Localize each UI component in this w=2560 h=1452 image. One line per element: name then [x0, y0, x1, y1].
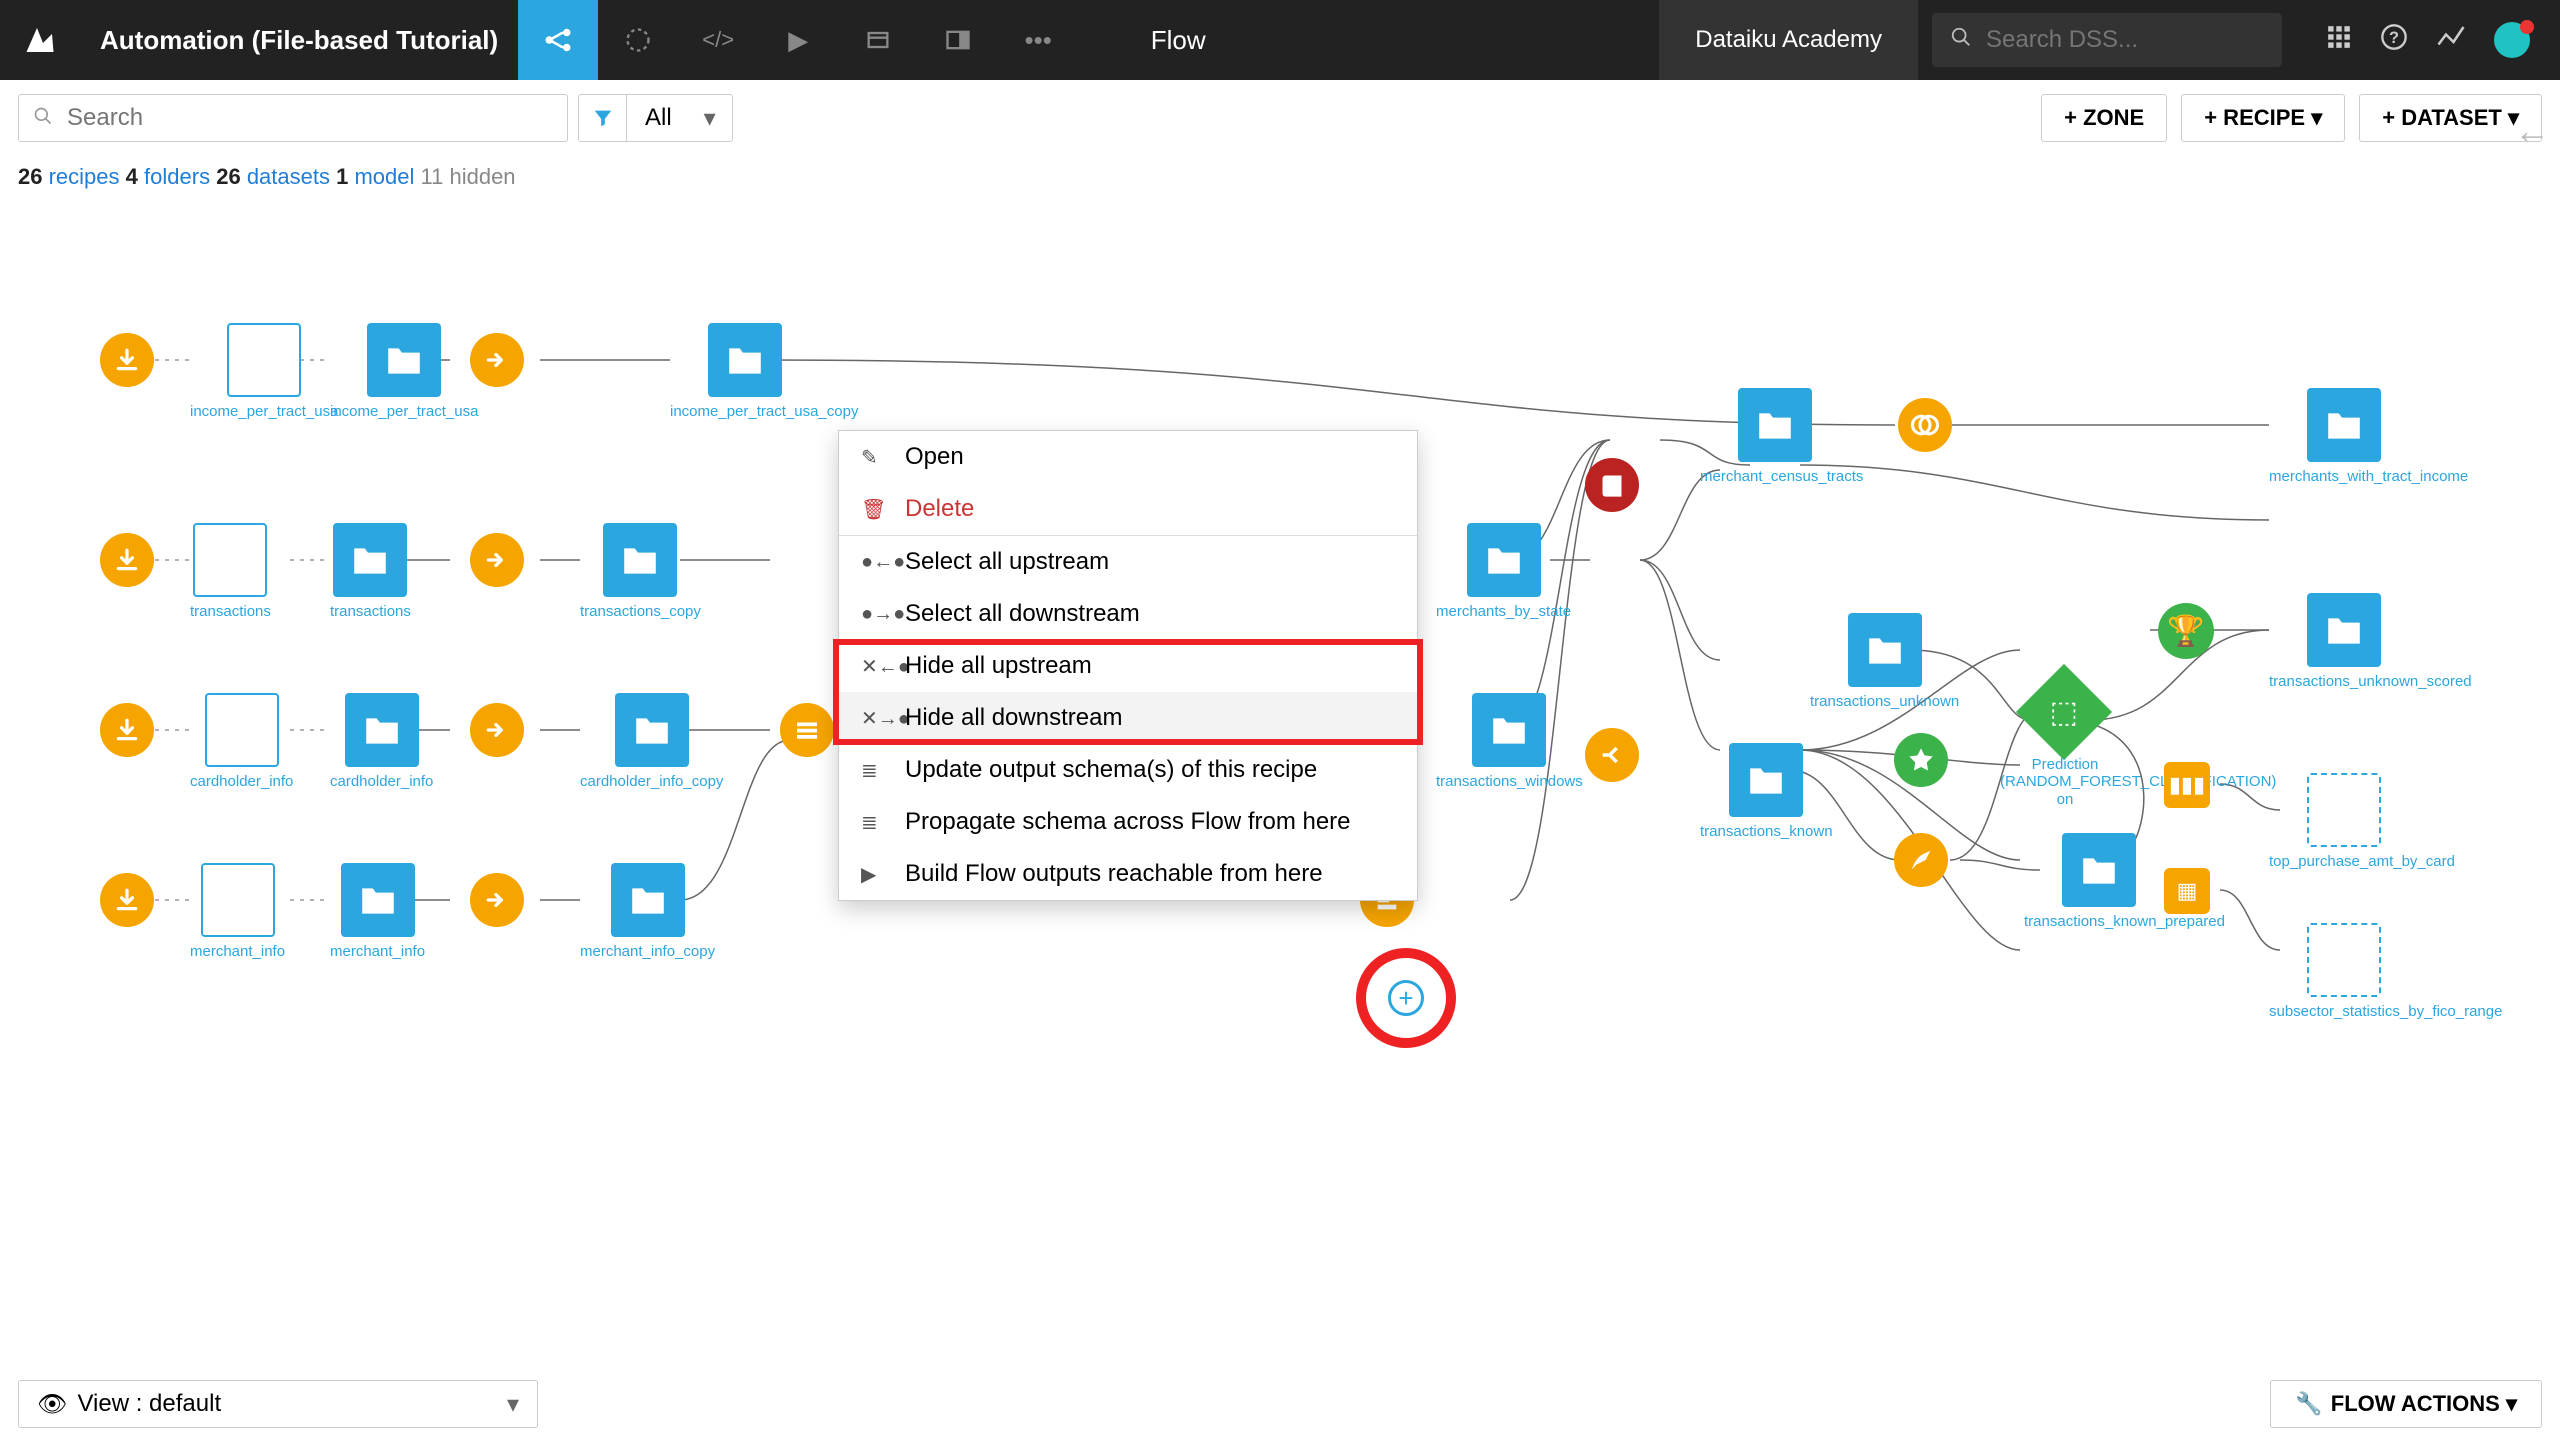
nav-dashboard-icon[interactable] — [838, 0, 918, 80]
filter-value[interactable]: All — [627, 104, 732, 132]
nav-circle-icon[interactable] — [598, 0, 678, 80]
upstream-icon: ●←● — [861, 551, 905, 574]
global-search-input[interactable] — [1986, 26, 2236, 54]
recipe-context-menu: ✎Open 🗑Delete ●←●Select all upstream ●→●… — [838, 430, 1418, 901]
folder-income-per-tract-usa-copy[interactable]: income_per_tract_usa_copy — [670, 323, 820, 420]
search-icon — [19, 106, 67, 131]
flow-search[interactable] — [18, 94, 568, 142]
split-recipe[interactable] — [1585, 728, 1639, 782]
folder-cardholder-copy[interactable]: cardholder_info_copy — [580, 693, 723, 790]
folder-merchant-copy[interactable]: merchant_info_copy — [580, 863, 715, 960]
menu-hide-upstream[interactable]: ✕←●Hide all upstream — [839, 640, 1417, 692]
dataset-merchants-by-state[interactable]: merchants_by_state — [1436, 523, 1571, 620]
download-recipe[interactable] — [100, 333, 154, 387]
folder-income-per-tract-usa-a[interactable]: income_per_tract_usa — [190, 323, 338, 420]
add-node-icon[interactable]: + — [1388, 980, 1424, 1016]
sync-recipe-2[interactable] — [470, 533, 524, 587]
project-title[interactable]: Automation (File-based Tutorial) — [80, 25, 518, 56]
edit-icon: ✎ — [861, 445, 905, 470]
flow-search-input[interactable] — [67, 104, 567, 132]
dataiku-logo-icon[interactable] — [0, 22, 80, 58]
dataset-transactions-known-prepared[interactable]: transactions_known_prepared — [2024, 833, 2174, 930]
sync-recipe-3[interactable] — [470, 703, 524, 757]
schema-icon: ≣ — [861, 810, 905, 835]
trash-icon: 🗑 — [861, 497, 905, 522]
sync-recipe[interactable] — [470, 333, 524, 387]
download-recipe-2[interactable] — [100, 533, 154, 587]
dataset-transactions-known[interactable]: transactions_known — [1700, 743, 1833, 840]
top-right-icons: ? — [2296, 22, 2560, 59]
dataset-transactions-unknown[interactable]: transactions_unknown — [1810, 613, 1959, 710]
add-zone-button[interactable]: + ZONE — [2041, 94, 2167, 142]
menu-build-outputs[interactable]: ▶Build Flow outputs reachable from here — [839, 848, 1417, 900]
menu-open[interactable]: ✎Open — [839, 431, 1417, 483]
prepare-recipe[interactable] — [1894, 833, 1948, 887]
flow-canvas[interactable]: income_per_tract_usa income_per_tract_us… — [0, 210, 2560, 1452]
dataset-subsector[interactable]: subsector_statistics_by_fico_range — [2269, 923, 2419, 1020]
project-nav-tabs: </> ▶ ••• — [518, 0, 1078, 80]
activity-icon[interactable] — [2436, 22, 2466, 59]
nav-more-icon[interactable]: ••• — [998, 0, 1078, 80]
eye-icon: 👁 — [37, 1390, 67, 1419]
folder-transactions-copy[interactable]: transactions_copy — [580, 523, 701, 620]
join-recipe[interactable] — [1898, 398, 1952, 452]
chart-recipe-2[interactable]: ▦ — [2164, 868, 2210, 914]
folder-transactions-a[interactable]: transactions — [190, 523, 271, 620]
folder-cardholder-b[interactable]: cardholder_info — [330, 693, 433, 790]
python-recipe[interactable] — [1585, 458, 1639, 512]
add-recipe-button[interactable]: + RECIPE ▾ — [2181, 94, 2345, 142]
flow-tab-icon[interactable] — [518, 0, 598, 80]
nav-panel-icon[interactable] — [918, 0, 998, 80]
folder-merchant-b[interactable]: merchant_info — [330, 863, 425, 960]
dataset-transactions-windows[interactable]: transactions_windows — [1436, 693, 1583, 790]
download-recipe-3[interactable] — [100, 703, 154, 757]
downstream-icon: ●→● — [861, 603, 905, 626]
flow-toolbar: All + ZONE + RECIPE ▾ + DATASET ▾ — [0, 80, 2560, 154]
view-selector[interactable]: 👁 View : default — [18, 1380, 538, 1428]
filter-icon[interactable] — [579, 95, 627, 141]
menu-select-upstream[interactable]: ●←●Select all upstream — [839, 536, 1417, 588]
stack-recipe[interactable] — [780, 703, 834, 757]
folder-cardholder-a[interactable]: cardholder_info — [190, 693, 293, 790]
hide-downstream-icon: ✕→● — [861, 706, 905, 731]
dataset-transactions-unknown-scored[interactable]: transactions_unknown_scored — [2269, 593, 2419, 690]
menu-propagate-schema[interactable]: ≣Propagate schema across Flow from here — [839, 796, 1417, 848]
help-icon[interactable]: ? — [2380, 23, 2408, 58]
play-icon: ▶ — [861, 862, 905, 887]
top-nav-bar: Automation (File-based Tutorial) </> ▶ •… — [0, 0, 2560, 80]
hide-upstream-icon: ✕←● — [861, 654, 905, 679]
apps-icon[interactable] — [2326, 24, 2352, 57]
trophy-icon[interactable]: 🏆 — [2158, 603, 2214, 659]
download-recipe-4[interactable] — [100, 873, 154, 927]
menu-select-downstream[interactable]: ●→●Select all downstream — [839, 588, 1417, 640]
svg-text:?: ? — [2389, 28, 2399, 46]
sync-recipe-4[interactable] — [470, 873, 524, 927]
nav-play-icon[interactable]: ▶ — [758, 0, 838, 80]
dataset-merchants-with-tract-income[interactable]: merchants_with_tract_income — [2269, 388, 2419, 485]
schema-icon: ≣ — [861, 758, 905, 783]
wrench-icon: 🔧 — [2295, 1391, 2322, 1417]
score-recipe[interactable] — [1894, 733, 1948, 787]
dataset-merchant-census-tracts[interactable]: merchant_census_tracts — [1700, 388, 1850, 485]
menu-update-schema[interactable]: ≣Update output schema(s) of this recipe — [839, 744, 1417, 796]
dataset-top-purchase[interactable]: top_purchase_amt_by_card — [2269, 773, 2419, 870]
academy-link[interactable]: Dataiku Academy — [1659, 0, 1918, 80]
folder-merchant-a[interactable]: merchant_info — [190, 863, 285, 960]
nav-code-icon[interactable]: </> — [678, 0, 758, 80]
collapse-right-panel-icon[interactable]: ← — [2504, 100, 2560, 162]
prediction-label: Prediction (RANDOM_FOREST_CLASSIFICATION… — [2000, 750, 2130, 808]
flow-counts: 26 recipes 4 folders 26 datasets 1 model… — [18, 164, 516, 190]
menu-hide-downstream[interactable]: ✕→●Hide all downstream — [839, 692, 1417, 744]
page-title: Flow — [1078, 25, 1278, 56]
flow-actions-button[interactable]: 🔧 FLOW ACTIONS ▾ — [2270, 1380, 2542, 1428]
chart-recipe-1[interactable]: ▮▮▮ — [2164, 762, 2210, 808]
flow-filter[interactable]: All — [578, 94, 733, 142]
menu-delete[interactable]: 🗑Delete — [839, 483, 1417, 535]
folder-transactions-b[interactable]: transactions — [330, 523, 411, 620]
global-search[interactable] — [1932, 13, 2282, 67]
folder-income-per-tract-usa-b[interactable]: income_per_tract_usa — [330, 323, 478, 420]
user-avatar[interactable] — [2494, 22, 2530, 58]
search-icon — [1950, 26, 1972, 55]
